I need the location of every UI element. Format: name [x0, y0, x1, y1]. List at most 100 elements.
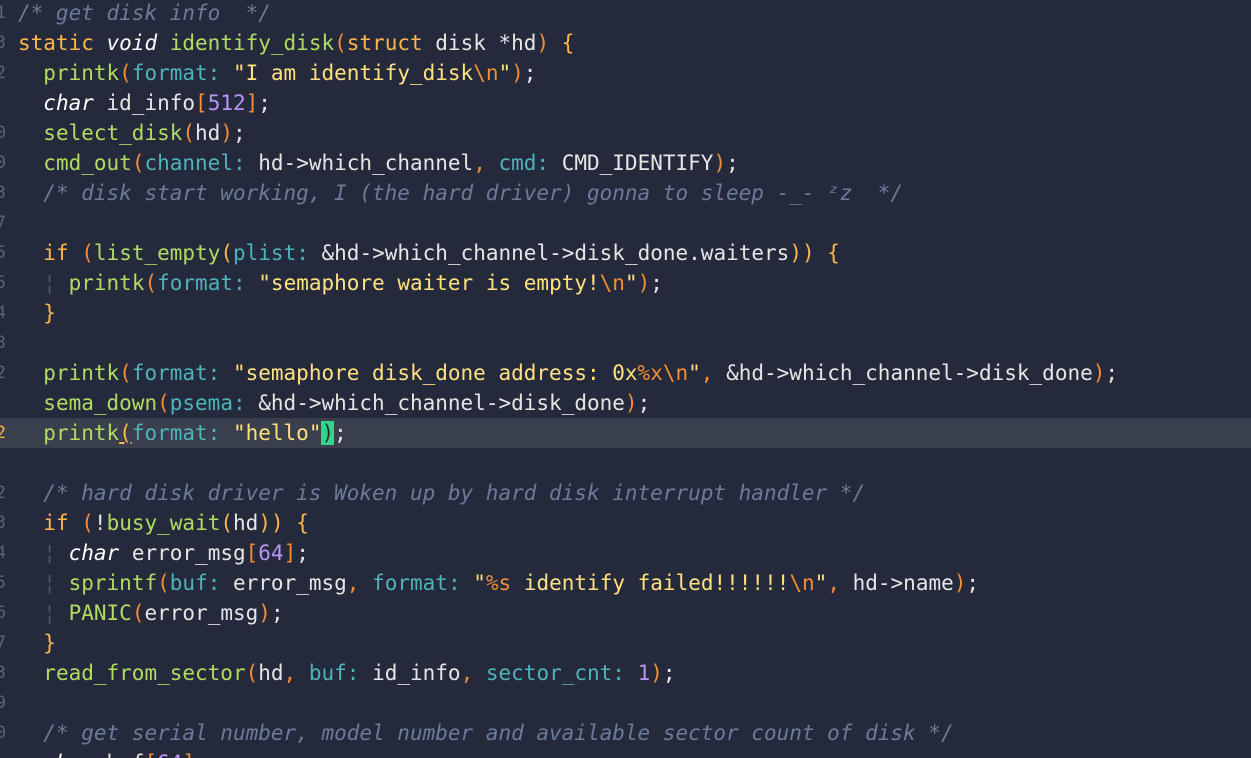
- code-token: \n: [599, 271, 625, 295]
- code-line[interactable]: 4 ¦ char error_msg[64];: [0, 538, 1251, 568]
- code-token: if: [43, 511, 69, 535]
- code-line[interactable]: 5 if (list_empty(plist: &hd->which_chann…: [0, 238, 1251, 268]
- line-number: 5: [0, 273, 6, 293]
- line-number: 2: [0, 63, 6, 83]
- code-token: static: [18, 31, 107, 55]
- code-line[interactable]: [0, 448, 1251, 478]
- code-token: format:: [131, 361, 233, 385]
- code-line[interactable]: 0 /* get serial number, model number and…: [0, 718, 1251, 748]
- line-number: 3: [0, 183, 6, 203]
- code-line[interactable]: 2 /* hard disk driver is Woken up by har…: [0, 478, 1251, 508]
- code-token: (: [119, 361, 132, 385]
- code-line[interactable]: 2 printk(format: "semaphore disk_done ad…: [0, 358, 1251, 388]
- code-token: ;: [258, 91, 271, 115]
- code-token: ": [624, 271, 638, 295]
- code-text: read_from_sector(hd, buf: id_info, secto…: [18, 658, 676, 688]
- code-token: (: [119, 421, 132, 445]
- code-line[interactable]: 2 printk(format: "I am identify_disk\n")…: [0, 58, 1251, 88]
- code-line[interactable]: 3 if (!busy_wait(hd)) {: [0, 508, 1251, 538]
- code-token: cmd_out: [43, 151, 132, 175]
- code-token: busy_wait: [106, 511, 221, 535]
- code-line[interactable]: char id_info[512];: [0, 88, 1251, 118]
- code-token: /* disk start working, I (the hard drive…: [43, 181, 904, 205]
- code-line[interactable]: 5 ¦ sprintf(buf: error_msg, format: "%s …: [0, 568, 1251, 598]
- code-line[interactable]: 3: [0, 328, 1251, 358]
- code-line[interactable]: 3 static void identify_disk(struct disk *…: [0, 28, 1251, 58]
- code-line[interactable]: 0 cmd_out(channel: hd->which_channel, cm…: [0, 148, 1251, 178]
- line-number: 9: [0, 693, 6, 713]
- code-line[interactable]: char buf[64];: [0, 748, 1251, 758]
- code-editor[interactable]: 1 /* get disk info */ 3 static void identif…: [0, 0, 1251, 758]
- code-token: buf:: [169, 571, 233, 595]
- code-token: )): [789, 241, 815, 265]
- line-number: 0: [0, 123, 6, 143]
- line-number: 6: [0, 603, 6, 623]
- code-token: if: [43, 241, 69, 265]
- code-token: ): [258, 601, 271, 625]
- code-token: ): [511, 61, 524, 85]
- code-line[interactable]: sema_down(psema: &hd->which_channel->dis…: [0, 388, 1251, 418]
- code-token: &hd->which_channel->disk_done: [258, 391, 625, 415]
- code-line[interactable]: 7: [0, 208, 1251, 238]
- code-token: &hd->which_channel->disk_done: [726, 361, 1093, 385]
- code-text: cmd_out(channel: hd->which_channel, cmd:…: [18, 148, 738, 178]
- line-number: 3: [0, 663, 6, 683]
- line-number: 0: [0, 153, 6, 173]
- code-token: ,: [346, 571, 373, 595]
- line-number: 7: [0, 213, 6, 233]
- code-token: ;: [637, 391, 651, 415]
- code-token: ;: [334, 421, 347, 445]
- code-token: ¦: [43, 601, 56, 625]
- code-line[interactable]: 3 /* disk start working, I (the hard dri…: [0, 178, 1251, 208]
- code-token: id_info: [93, 91, 196, 115]
- code-token: ;: [662, 661, 676, 685]
- code-text: static void identify_disk(struct disk *h…: [18, 28, 574, 58]
- code-token: error_msg: [144, 601, 259, 625]
- line-number: 5: [0, 573, 6, 593]
- code-token: printk: [68, 271, 145, 295]
- code-token: ]: [245, 91, 259, 115]
- code-token: ": [498, 61, 512, 85]
- code-token: ): [953, 571, 967, 595]
- code-line[interactable]: 1 /* get disk info */: [0, 0, 1251, 28]
- code-token: CMD_IDENTIFY: [561, 151, 714, 175]
- code-line[interactable]: 4 }: [0, 298, 1251, 328]
- code-token: [: [195, 91, 208, 115]
- code-text: printk(format: "semaphore disk_done addr…: [18, 358, 1118, 388]
- code-token: ": [814, 571, 828, 595]
- code-line[interactable]: 0 select_disk(hd);: [0, 118, 1251, 148]
- code-line[interactable]: 9: [0, 688, 1251, 718]
- line-number: 1: [0, 3, 6, 23]
- code-text: /* get serial number, model number and a…: [18, 718, 953, 748]
- code-token: printk: [43, 61, 120, 85]
- code-line[interactable]: 6 ¦ PANIC(error_msg);: [0, 598, 1251, 628]
- code-token: ¦: [43, 571, 56, 595]
- code-token: ): [624, 391, 638, 415]
- code-token: 64: [258, 541, 284, 565]
- code-token: (: [131, 601, 145, 625]
- code-text: select_disk(hd);: [18, 118, 245, 148]
- code-token: hd: [195, 121, 221, 145]
- code-line[interactable]: 3 read_from_sector(hd, buf: id_info, sec…: [0, 658, 1251, 688]
- code-token: &hd->which_channel->disk_done.waiters: [321, 241, 790, 265]
- code-token: ;: [1105, 361, 1119, 385]
- code-text: sema_down(psema: &hd->which_channel->dis…: [18, 388, 650, 418]
- code-token: "semaphore waiter is empty!: [258, 271, 600, 295]
- code-token: ": [473, 571, 486, 595]
- code-line[interactable]: 7 }: [0, 628, 1251, 658]
- current-code-line[interactable]: 2 printk(format: "hello");: [0, 418, 1251, 448]
- code-token: char: [68, 541, 120, 565]
- code-token: ;: [296, 541, 309, 565]
- code-line[interactable]: 5 ¦ printk(format: "semaphore waiter is …: [0, 268, 1251, 298]
- code-token: ]: [283, 541, 297, 565]
